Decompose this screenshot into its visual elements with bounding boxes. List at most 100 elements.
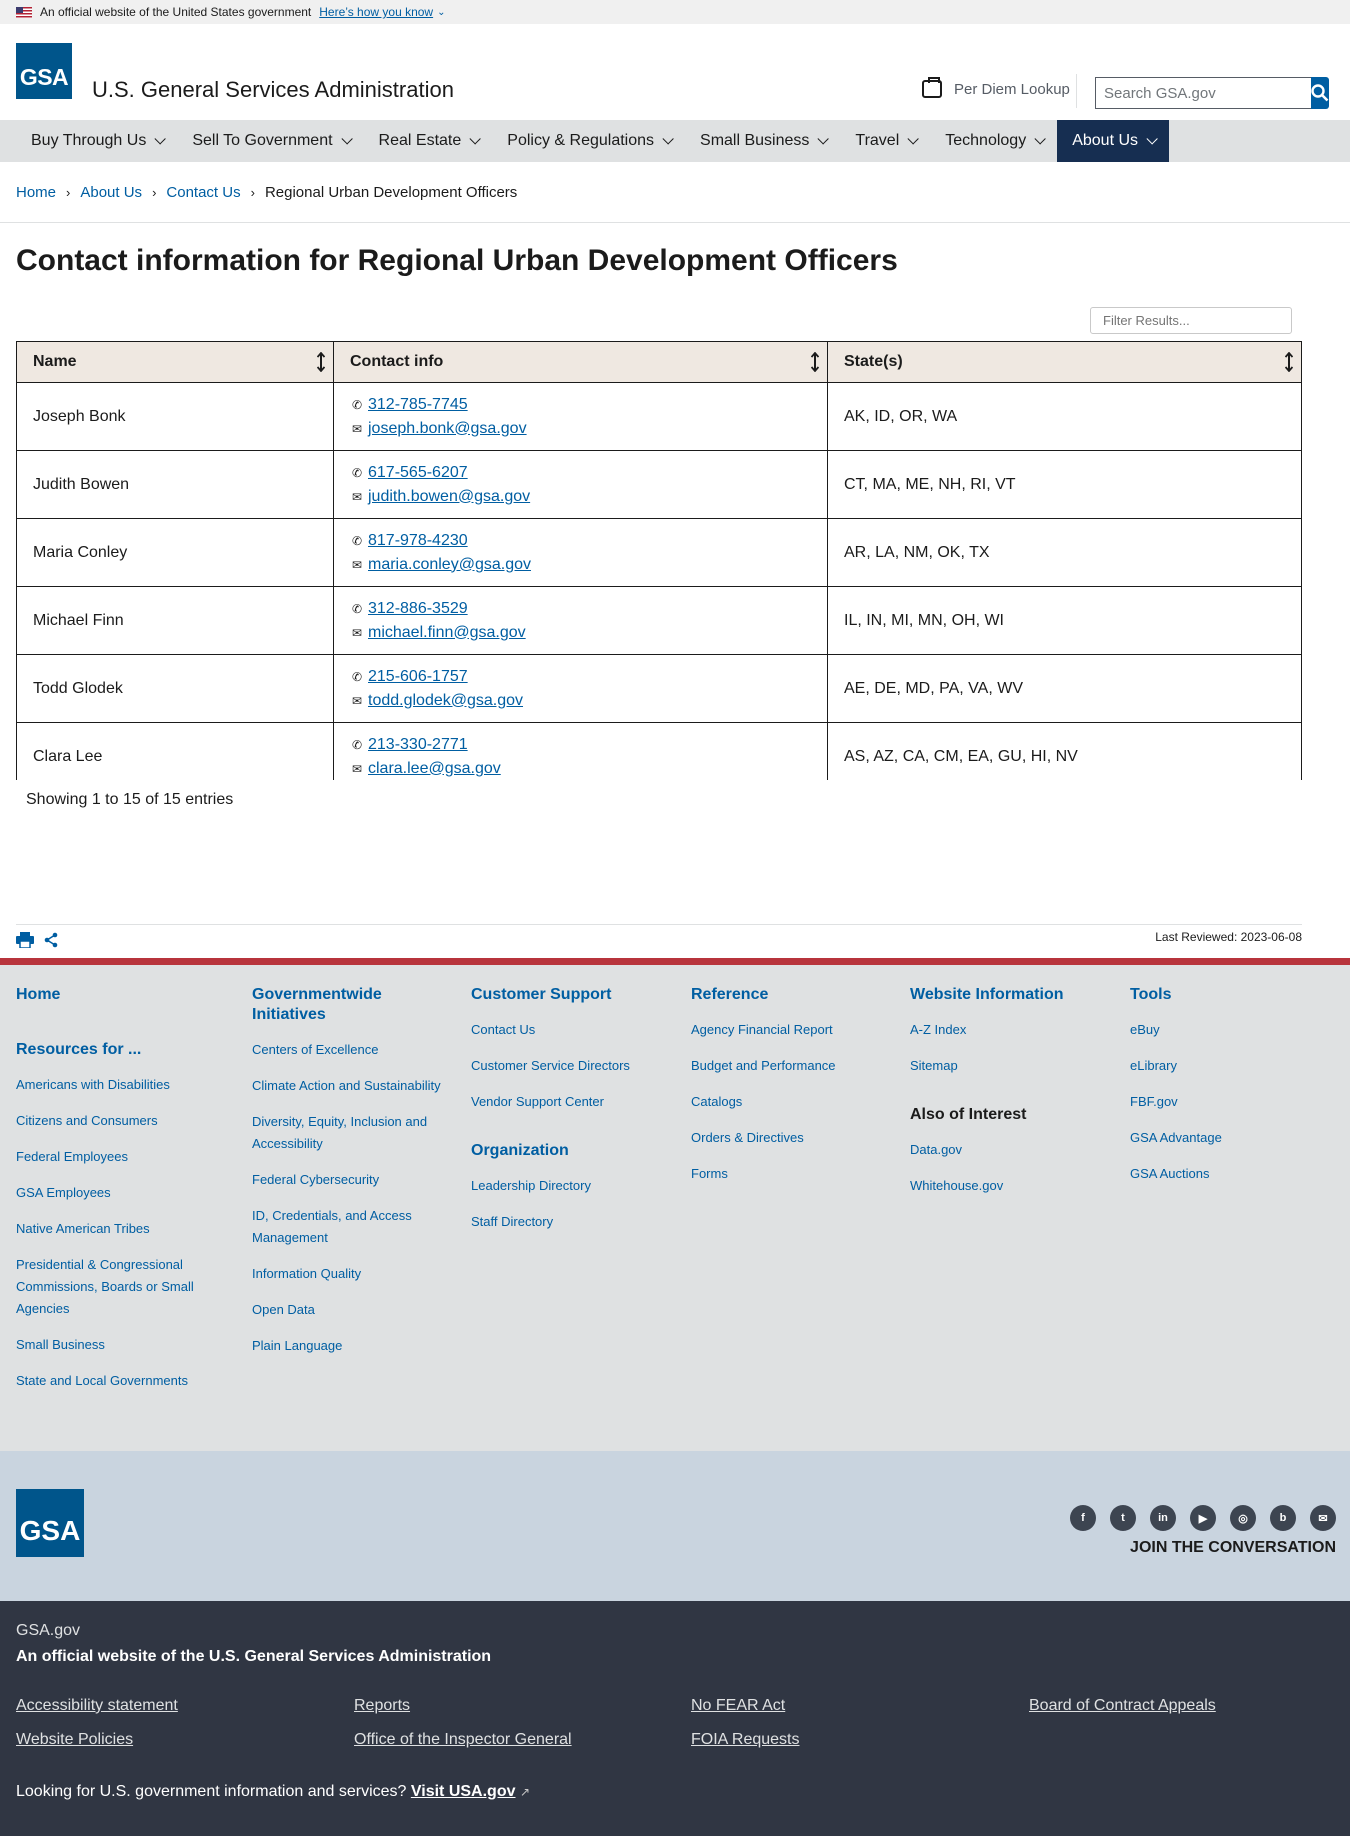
foia-link[interactable]: FOIA Requests [691, 1731, 800, 1749]
footer-link[interactable]: Native American Tribes [16, 1218, 206, 1240]
phone-icon: ✆ [351, 669, 363, 684]
footer-link[interactable]: Americans with Disabilities [16, 1074, 206, 1096]
nav-technology[interactable]: Technology [930, 120, 1057, 162]
breadcrumb-contact-us[interactable]: Contact Us [166, 184, 240, 201]
footer-link[interactable]: Plain Language [252, 1335, 442, 1357]
footer-link[interactable]: Agency Financial Report [691, 1019, 891, 1041]
footer-link[interactable]: Vendor Support Center [471, 1091, 671, 1113]
phone-link[interactable]: 312-886-3529 [368, 600, 468, 618]
nav-sell-to-government[interactable]: Sell To Government [177, 120, 363, 162]
filter-input[interactable] [1090, 307, 1292, 334]
accessibility-link[interactable]: Accessibility statement [16, 1697, 178, 1715]
board-appeals-link[interactable]: Board of Contract Appeals [1029, 1697, 1216, 1715]
phone-link[interactable]: 213-330-2771 [368, 736, 468, 754]
officers-table: Name Contact info State(s) Joseph Bonk ✆… [16, 341, 1302, 780]
footer-link[interactable]: Diversity, Equity, Inclusion and Accessi… [252, 1111, 442, 1155]
nav-label: Technology [945, 132, 1027, 149]
footer-link[interactable]: State and Local Governments [16, 1370, 206, 1392]
site-title[interactable]: U.S. General Services Administration [92, 77, 454, 103]
footer-link[interactable]: Catalogs [691, 1091, 891, 1113]
nav-travel[interactable]: Travel [840, 120, 930, 162]
nav-real-estate[interactable]: Real Estate [364, 120, 493, 162]
footer-link[interactable]: Staff Directory [471, 1211, 671, 1233]
email-link[interactable]: clara.lee@gsa.gov [368, 760, 501, 778]
footer-home-link[interactable]: Home [16, 985, 206, 1005]
search-input[interactable] [1095, 77, 1311, 109]
search-button[interactable] [1311, 77, 1329, 109]
instagram-icon[interactable]: ◎ [1230, 1505, 1256, 1531]
column-header-contact[interactable]: Contact info [333, 341, 828, 383]
sort-icon [1285, 352, 1293, 372]
twitter-icon[interactable]: t [1110, 1505, 1136, 1531]
phone-link[interactable]: 215-606-1757 [368, 668, 468, 686]
footer-link[interactable]: Information Quality [252, 1263, 442, 1285]
footer-link[interactable]: Orders & Directives [691, 1127, 891, 1149]
gsa-footer-logo[interactable]: GSA [16, 1489, 84, 1557]
nav-buy-through-us[interactable]: Buy Through Us [16, 120, 177, 162]
footer-link[interactable]: GSA Advantage [1130, 1127, 1330, 1149]
per-diem-lookup-link[interactable]: Per Diem Lookup [922, 77, 1070, 98]
email-link[interactable]: judith.bowen@gsa.gov [368, 488, 530, 506]
website-policies-link[interactable]: Website Policies [16, 1731, 133, 1749]
footer-link[interactable]: Leadership Directory [471, 1175, 671, 1197]
footer-link[interactable]: Sitemap [910, 1055, 1110, 1077]
phone-link[interactable]: 312-785-7745 [368, 396, 468, 414]
footer-link[interactable]: Open Data [252, 1299, 442, 1321]
column-header-name[interactable]: Name [16, 341, 334, 383]
nav-policy-regulations[interactable]: Policy & Regulations [492, 120, 685, 162]
footer-link[interactable]: FBF.gov [1130, 1091, 1330, 1113]
no-fear-act-link[interactable]: No FEAR Act [691, 1697, 785, 1715]
reports-link[interactable]: Reports [354, 1697, 410, 1715]
contact-cell: ✆ 215-606-1757 ✉ todd.glodek@gsa.gov [333, 654, 828, 723]
footer-link[interactable]: Forms [691, 1163, 891, 1185]
breadcrumb-about-us[interactable]: About Us [80, 184, 142, 201]
column-header-states[interactable]: State(s) [827, 341, 1302, 383]
gsa-logo[interactable]: GSA [16, 43, 72, 99]
footer-link[interactable]: Customer Service Directors [471, 1055, 671, 1077]
footer-link[interactable]: A-Z Index [910, 1019, 1110, 1041]
nav-label: Policy & Regulations [507, 132, 655, 149]
inspector-general-link[interactable]: Office of the Inspector General [354, 1731, 572, 1749]
footer-link[interactable]: Presidential & Congressional Commissions… [16, 1254, 206, 1320]
footer-link[interactable]: Climate Action and Sustainability [252, 1075, 442, 1097]
breadcrumb-home[interactable]: Home [16, 184, 56, 201]
footer-link[interactable]: Contact Us [471, 1019, 671, 1041]
facebook-icon[interactable]: f [1070, 1505, 1096, 1531]
email-link[interactable]: maria.conley@gsa.gov [368, 556, 531, 574]
footer-link[interactable]: Data.gov [910, 1139, 1110, 1161]
footer-col-governmentwide: Governmentwide Initiatives Centers of Ex… [252, 985, 442, 1357]
nav-small-business[interactable]: Small Business [685, 120, 840, 162]
chevron-down-icon[interactable]: ⌄ [437, 7, 445, 18]
print-icon[interactable] [16, 932, 34, 948]
email-link[interactable]: todd.glodek@gsa.gov [368, 692, 523, 710]
linkedin-icon[interactable]: in [1150, 1505, 1176, 1531]
youtube-icon[interactable]: ▶ [1190, 1505, 1216, 1531]
chevron-down-icon [154, 133, 167, 145]
footer-link[interactable]: GSA Auctions [1130, 1163, 1330, 1185]
how-you-know-link[interactable]: Here’s how you know [319, 5, 433, 19]
email-link[interactable]: joseph.bonk@gsa.gov [368, 420, 527, 438]
footer-link[interactable]: Citizens and Consumers [16, 1110, 206, 1132]
footer-link[interactable]: eLibrary [1130, 1055, 1330, 1077]
last-reviewed: Last Reviewed: 2023-06-08 [1155, 930, 1302, 944]
phone-icon: ✆ [351, 533, 363, 548]
blog-icon[interactable]: b [1270, 1505, 1296, 1531]
footer-link[interactable]: Budget and Performance [691, 1055, 891, 1077]
email-link[interactable]: michael.finn@gsa.gov [368, 624, 526, 642]
footer-link[interactable]: Federal Employees [16, 1146, 206, 1168]
footer-link[interactable]: GSA Employees [16, 1182, 206, 1204]
officers-table-scroll[interactable]: Name Contact info State(s) Joseph Bonk ✆… [16, 341, 1302, 780]
footer-link[interactable]: eBuy [1130, 1019, 1330, 1041]
email-icon[interactable]: ✉ [1310, 1505, 1336, 1531]
footer-link[interactable]: Small Business [16, 1334, 206, 1356]
nav-about-us[interactable]: About Us [1057, 120, 1170, 162]
phone-link[interactable]: 817-978-4230 [368, 532, 468, 550]
footer-link[interactable]: ID, Credentials, and Access Management [252, 1205, 442, 1249]
phone-link[interactable]: 617-565-6207 [368, 464, 468, 482]
footer-link[interactable]: Whitehouse.gov [910, 1175, 1110, 1197]
footer-link[interactable]: Federal Cybersecurity [252, 1169, 442, 1191]
nav-label: Small Business [700, 132, 810, 149]
footer-link[interactable]: Centers of Excellence [252, 1039, 442, 1061]
visit-usa-gov-link[interactable]: Visit USA.gov [411, 1783, 516, 1800]
share-icon[interactable] [44, 932, 58, 948]
